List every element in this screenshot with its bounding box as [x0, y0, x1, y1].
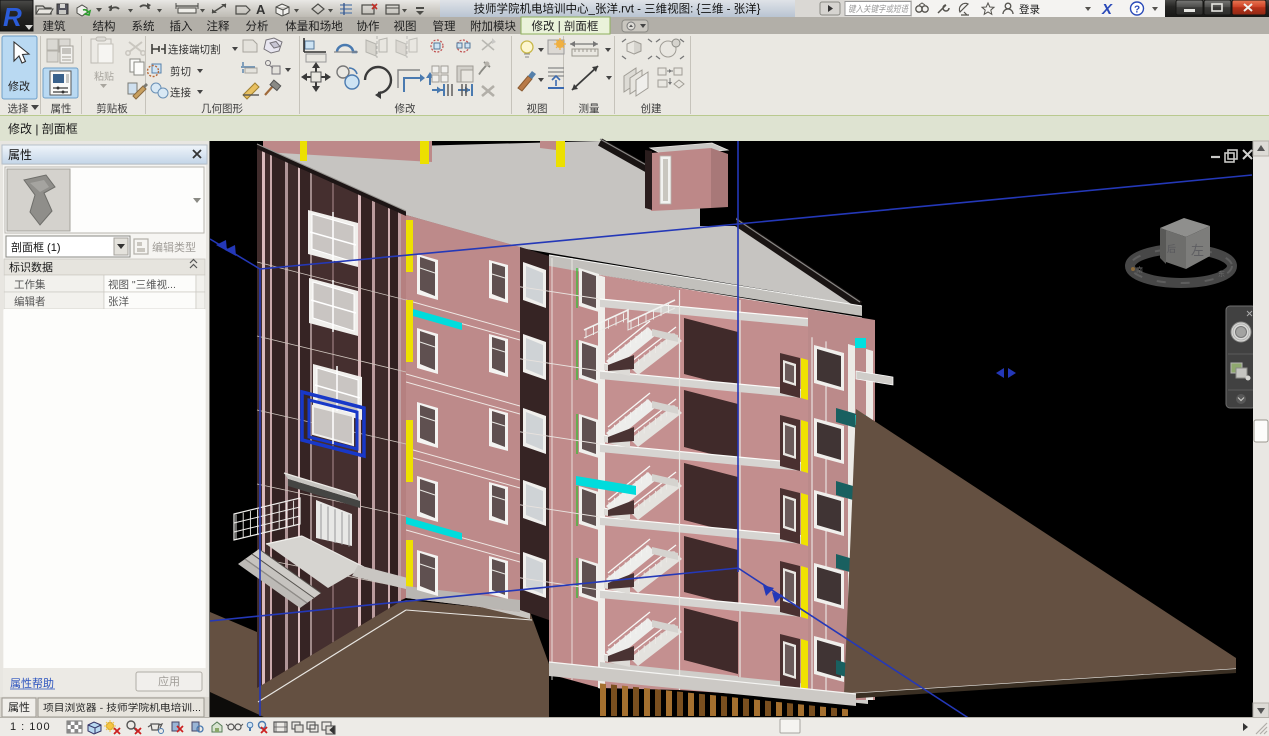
- svg-text:属性帮助: 属性帮助: [10, 676, 54, 690]
- svg-text:属性: 属性: [8, 700, 30, 714]
- svg-text:视图: 视图: [394, 19, 417, 33]
- svg-text:标识数据: 标识数据: [9, 260, 53, 274]
- svg-text:视图 "三维视...: 视图 "三维视...: [108, 278, 176, 291]
- svg-text:系统: 系统: [132, 20, 155, 33]
- svg-text:附加模块: 附加模块: [470, 19, 516, 33]
- svg-text:剪贴板: 剪贴板: [96, 102, 128, 115]
- svg-text:体量和场地: 体量和场地: [285, 19, 343, 33]
- svg-text:测量: 测量: [579, 102, 600, 115]
- svg-text:修改: 修改: [8, 79, 30, 93]
- svg-text:A: A: [256, 2, 266, 17]
- svg-text:东: 东: [1218, 269, 1225, 278]
- svg-text:X: X: [1101, 1, 1113, 18]
- svg-text:几何图形: 几何图形: [201, 102, 243, 115]
- svg-text:张洋: 张洋: [108, 295, 129, 308]
- svg-text:后: 后: [1167, 244, 1176, 254]
- svg-text:R: R: [3, 2, 22, 32]
- svg-text:项目浏览器 - 技师学院机电培训...: 项目浏览器 - 技师学院机电培训...: [43, 702, 201, 714]
- svg-text:修改: 修改: [395, 102, 416, 115]
- svg-text:编辑类型: 编辑类型: [152, 240, 196, 254]
- svg-text:协作: 协作: [357, 19, 380, 33]
- svg-text:视图: 视图: [527, 102, 548, 115]
- svg-text:注释: 注释: [207, 19, 230, 33]
- svg-text:左: 左: [1191, 243, 1204, 258]
- svg-text:应用: 应用: [158, 674, 180, 688]
- svg-text:分析: 分析: [246, 19, 269, 33]
- svg-text:属性: 属性: [51, 102, 72, 115]
- svg-text:建筑: 建筑: [43, 19, 66, 33]
- svg-text:管理: 管理: [433, 19, 456, 33]
- svg-text:粘贴: 粘贴: [94, 70, 114, 83]
- svg-text:技师学院机电培训中心_张洋.rvt - 三维视图: {三维: 技师学院机电培训中心_张洋.rvt - 三维视图: {三维 - 张洋}: [474, 2, 761, 16]
- svg-text:修改 | 剖面框: 修改 | 剖面框: [532, 19, 599, 33]
- svg-text:选择: 选择: [8, 102, 29, 115]
- svg-text:1 : 100: 1 : 100: [10, 721, 51, 733]
- svg-text:连接: 连接: [170, 86, 191, 99]
- svg-text:剪切: 剪切: [170, 65, 191, 78]
- svg-text:属性: 属性: [8, 148, 32, 162]
- svg-text:修改 | 剖面框: 修改 | 剖面框: [8, 121, 78, 136]
- svg-text:键入关键字或短语: 键入关键字或短语: [848, 4, 910, 14]
- svg-text:剖面框 (1): 剖面框 (1): [11, 240, 61, 254]
- svg-text:南: 南: [1136, 265, 1143, 274]
- svg-text:编辑者: 编辑者: [14, 295, 46, 308]
- svg-text:?: ?: [1134, 5, 1140, 16]
- svg-text:插入: 插入: [170, 19, 193, 33]
- svg-text:连接端切割: 连接端切割: [168, 43, 221, 56]
- svg-text:登录: 登录: [1019, 3, 1040, 16]
- svg-text:创建: 创建: [641, 102, 662, 115]
- svg-text:结构: 结构: [93, 19, 116, 33]
- svg-text:工作集: 工作集: [14, 278, 46, 291]
